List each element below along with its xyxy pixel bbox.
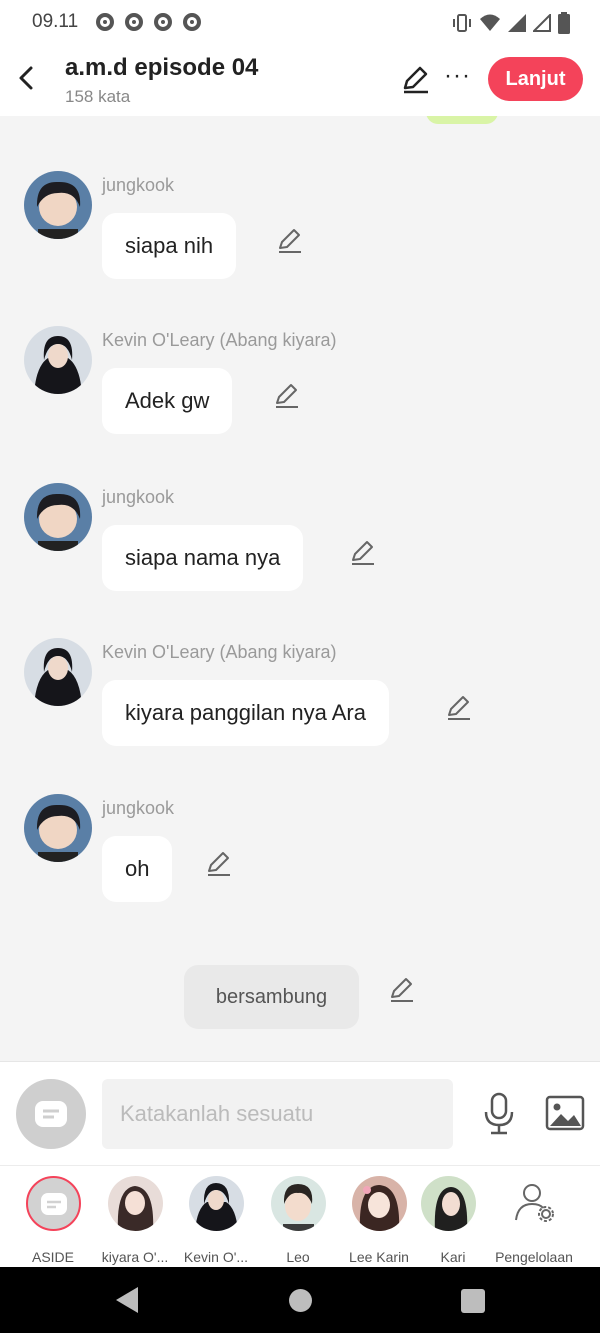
character-aside[interactable]: ASIDE (12, 1176, 94, 1266)
character-kari[interactable]: Kari (413, 1176, 483, 1266)
status-time: 09.11 (32, 11, 79, 32)
aside-icon (35, 1101, 67, 1127)
app-header: a.m.d episode 04 158 kata ··· Lanjut (0, 44, 600, 116)
message-sender: Kevin O'Leary (Abang kiyara) (102, 330, 337, 350)
message-sender: jungkook (102, 798, 175, 818)
chat-area[interactable]: jungkook siapa nih Kevin O'Leary (Abang … (0, 116, 600, 1061)
kevin-avatar (189, 1176, 244, 1231)
character-name: ASIDE (31, 1249, 74, 1265)
vibrate-icon (453, 14, 471, 32)
edit-message-icon[interactable] (445, 693, 473, 721)
character-name: kiyara O'... (101, 1249, 169, 1265)
message-bubble[interactable]: Adek gw (102, 368, 233, 434)
signal-icon (508, 14, 526, 32)
chat-message: Kevin O'Leary (Abang kiyara) kiyara pang… (0, 638, 600, 788)
manage-characters-button[interactable]: Pengelolaan (492, 1176, 576, 1266)
message-bubble[interactable]: kiyara panggilan nya Ara (102, 680, 389, 746)
kevin-avatar[interactable] (24, 326, 92, 394)
signal-empty-icon (533, 14, 551, 32)
composer-bar: Katakanlah sesuatu (0, 1061, 600, 1165)
message-bubble[interactable]: siapa nih (102, 213, 237, 279)
lee-karin-avatar (352, 1176, 407, 1231)
user-settings-icon (515, 1184, 554, 1222)
jungkook-avatar[interactable] (24, 171, 92, 239)
nav-home-icon[interactable] (289, 1289, 312, 1312)
character-bar: ASIDE kiyara O'... Kevin O'... Leo Lee K… (0, 1165, 600, 1267)
message-sender: jungkook (102, 487, 175, 507)
system-nav-bar (0, 1267, 600, 1333)
message-input[interactable]: Katakanlah sesuatu (102, 1079, 453, 1149)
leo-avatar (271, 1176, 326, 1231)
next-button[interactable]: Lanjut (488, 57, 583, 101)
word-count: 158 kata (65, 87, 131, 106)
kevin-avatar[interactable] (24, 638, 92, 706)
chat-message: jungkook siapa nih (0, 171, 600, 321)
character-name: Leo (286, 1249, 310, 1265)
edit-message-icon[interactable] (205, 849, 233, 877)
nav-recents-icon[interactable] (461, 1289, 485, 1313)
microphone-icon[interactable] (480, 1092, 518, 1136)
notification-icons (96, 13, 201, 31)
jungkook-avatar[interactable] (24, 794, 92, 862)
jungkook-avatar[interactable] (24, 483, 92, 551)
chrome-icon (96, 13, 114, 31)
character-leo[interactable]: Leo (257, 1176, 339, 1266)
narration-bubble[interactable]: bersambung (184, 965, 359, 1029)
chrome-icon (154, 13, 172, 31)
aside-toggle-button[interactable] (16, 1079, 86, 1149)
message-sender: Kevin O'Leary (Abang kiyara) (102, 642, 337, 662)
aside-avatar (26, 1176, 81, 1231)
wifi-icon (480, 14, 500, 31)
kiyara-avatar (108, 1176, 163, 1231)
system-icons (452, 12, 570, 34)
edit-message-icon[interactable] (273, 381, 301, 409)
character-name: Kari (440, 1249, 466, 1265)
nav-back-icon[interactable] (116, 1287, 138, 1313)
edit-message-icon[interactable] (276, 226, 304, 254)
edit-message-icon[interactable] (349, 538, 377, 566)
battery-icon (558, 12, 570, 34)
chat-message: jungkook siapa nama nya (0, 483, 600, 633)
image-icon[interactable] (545, 1095, 585, 1131)
page-title: a.m.d episode 04 (65, 54, 259, 81)
message-bubble[interactable]: oh (102, 836, 173, 902)
manage-label: Pengelolaan (495, 1249, 573, 1265)
edit-title-icon[interactable] (400, 64, 430, 94)
message-bubble[interactable]: siapa nama nya (102, 525, 304, 591)
status-bar: 09.11 (0, 0, 600, 44)
chat-message: jungkook oh (0, 794, 600, 944)
character-name: Lee Karin (349, 1249, 409, 1265)
character-kiyara[interactable]: kiyara O'... (94, 1176, 176, 1266)
character-name: Kevin O'... (183, 1249, 249, 1265)
edit-narration-icon[interactable] (388, 975, 416, 1003)
previous-bubble (426, 116, 498, 124)
character-lee-karin[interactable]: Lee Karin (338, 1176, 420, 1266)
chrome-icon (183, 13, 201, 31)
back-icon[interactable] (14, 62, 38, 94)
message-sender: jungkook (102, 175, 175, 195)
kari-avatar (421, 1176, 476, 1231)
chat-message: Kevin O'Leary (Abang kiyara) Adek gw (0, 326, 600, 476)
character-kevin[interactable]: Kevin O'... (175, 1176, 257, 1266)
chrome-icon (125, 13, 143, 31)
more-options-icon[interactable]: ··· (444, 62, 471, 90)
